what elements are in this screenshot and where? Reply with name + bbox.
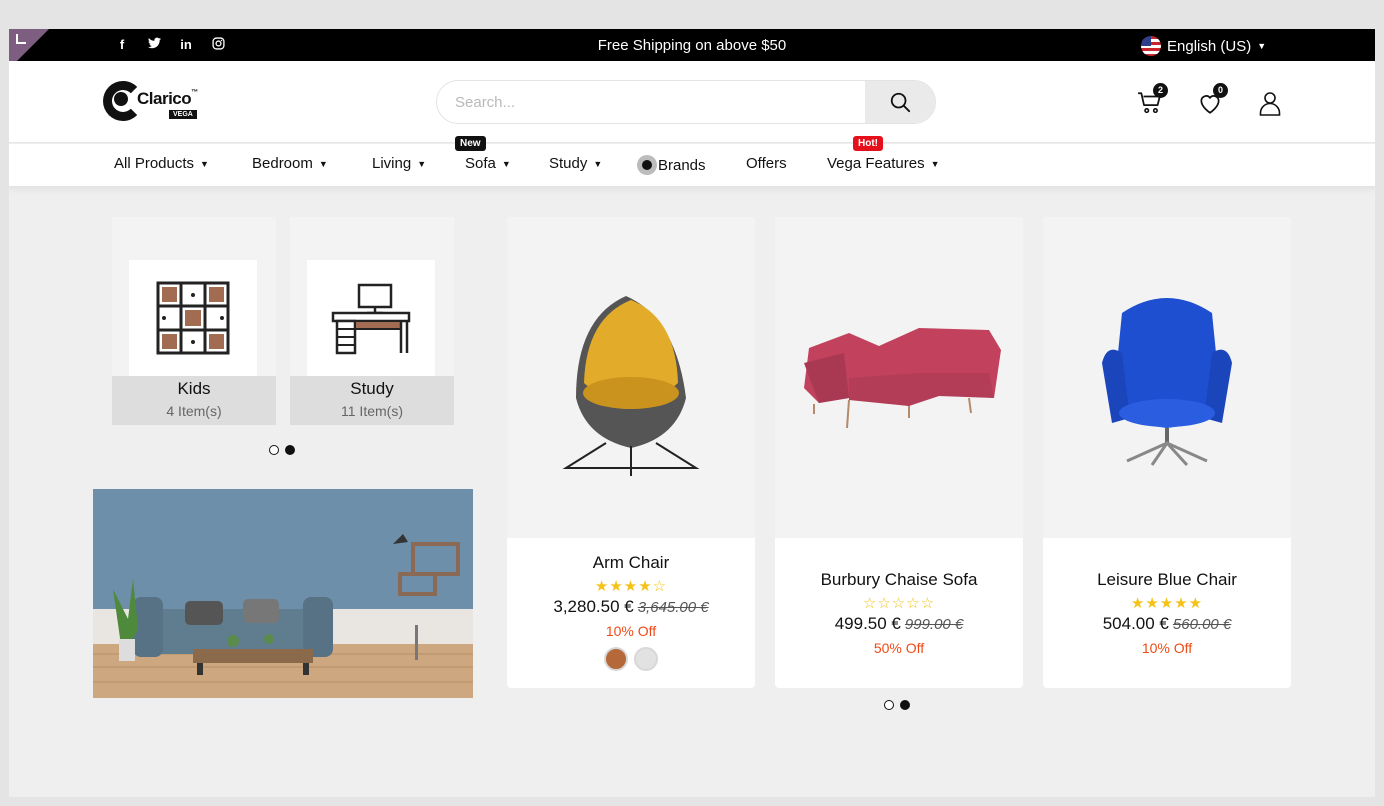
product-card-arm-chair[interactable]: Arm Chair ★★★★☆ 3,280.50 €3,645.00 € 10%… bbox=[507, 217, 755, 688]
nav-label: Bedroom bbox=[252, 155, 313, 172]
carousel-dot-active[interactable] bbox=[900, 700, 910, 710]
swatch-grey[interactable] bbox=[634, 647, 658, 671]
logo-text: Clarico bbox=[137, 89, 192, 108]
study-desk-icon bbox=[307, 260, 435, 376]
search-button[interactable] bbox=[865, 81, 935, 123]
product-image bbox=[1043, 217, 1291, 538]
nav-label: Sofa bbox=[465, 155, 496, 172]
corner-mark-icon bbox=[16, 34, 26, 44]
cart-button[interactable]: 2 bbox=[1134, 83, 1168, 119]
search-icon bbox=[890, 92, 911, 113]
product-discount: 10% Off bbox=[1141, 640, 1193, 656]
product-image bbox=[507, 217, 755, 538]
caret-down-icon: ▼ bbox=[501, 158, 511, 169]
brands-icon bbox=[637, 155, 657, 175]
nav-label: All Products bbox=[114, 155, 195, 172]
wishlist-button[interactable]: 0 bbox=[1194, 83, 1228, 119]
product-price: 504.00 € bbox=[1102, 614, 1169, 633]
product-info: Arm Chair ★★★★☆ 3,280.50 €3,645.00 € 10%… bbox=[507, 553, 755, 671]
nav-label: Offers bbox=[746, 155, 787, 172]
product-info: Burbury Chaise Sofa ☆☆☆☆☆ 499.50 €999.00… bbox=[775, 570, 1023, 656]
category-footer: Kids 4 Item(s) bbox=[112, 376, 276, 425]
caret-down-icon: ▼ bbox=[1257, 41, 1267, 51]
site-header: Clarico™ VEGA 2 0 bbox=[9, 61, 1375, 143]
product-image bbox=[775, 217, 1023, 538]
caret-down-icon: ▼ bbox=[200, 158, 209, 169]
nav-label: Living bbox=[372, 155, 412, 172]
caret-down-icon: ▼ bbox=[930, 158, 940, 169]
new-tag: New bbox=[455, 136, 486, 151]
logo-wordmark: Clarico™ bbox=[137, 89, 198, 109]
browser-viewport: f in Free Shipping on above $50 English … bbox=[9, 29, 1375, 797]
top-bar: f in Free Shipping on above $50 English … bbox=[9, 29, 1375, 61]
price-row: 3,280.50 €3,645.00 € bbox=[507, 597, 755, 617]
caret-down-icon: ▼ bbox=[593, 158, 603, 169]
caret-down-icon: ▼ bbox=[417, 158, 427, 169]
logo-dot bbox=[114, 92, 128, 106]
language-selector[interactable]: English (US) ▼ bbox=[1141, 36, 1266, 56]
caret-down-icon: ▼ bbox=[318, 158, 328, 169]
living-room-banner[interactable] bbox=[93, 489, 473, 698]
kids-cabinet-icon bbox=[129, 260, 257, 376]
color-swatches bbox=[507, 647, 755, 671]
nav-bedroom[interactable]: Bedroom ▼ bbox=[252, 155, 328, 172]
logo-tm: ™ bbox=[191, 89, 198, 96]
product-info: Leisure Blue Chair ★★★★★ 504.00 €560.00 … bbox=[1043, 570, 1291, 656]
nav-vega-features[interactable]: Hot! Vega Features ▼ bbox=[827, 136, 940, 172]
nav-sofa[interactable]: New Sofa ▼ bbox=[455, 136, 511, 172]
rating-stars: ☆☆☆☆☆ bbox=[862, 595, 936, 612]
product-name[interactable]: Burbury Chaise Sofa bbox=[775, 570, 1023, 590]
nav-study[interactable]: Study ▼ bbox=[549, 155, 602, 172]
product-old-price: 3,645.00 € bbox=[637, 599, 709, 616]
category-count: 4 Item(s) bbox=[166, 403, 222, 419]
product-old-price: 560.00 € bbox=[1172, 616, 1232, 633]
wishlist-count-badge: 0 bbox=[1213, 83, 1228, 98]
category-card-kids[interactable]: Kids 4 Item(s) bbox=[112, 217, 276, 425]
product-card-burbury-sofa[interactable]: Burbury Chaise Sofa ☆☆☆☆☆ 499.50 €999.00… bbox=[775, 217, 1023, 688]
main-nav: All Products ▼ Bedroom ▼ Living ▼ New Sofa ▼… bbox=[9, 136, 1375, 186]
swatch-brown[interactable] bbox=[604, 647, 628, 671]
product-discount: 50% Off bbox=[873, 640, 925, 656]
product-name[interactable]: Leisure Blue Chair bbox=[1043, 570, 1291, 590]
nav-offers[interactable]: Offers bbox=[746, 155, 787, 172]
account-button[interactable] bbox=[1254, 87, 1286, 119]
site-logo[interactable]: Clarico™ VEGA bbox=[103, 79, 213, 125]
product-old-price: 999.00 € bbox=[904, 616, 964, 633]
search-input[interactable] bbox=[437, 81, 867, 123]
carousel-dot[interactable] bbox=[269, 445, 279, 455]
nav-label: Study bbox=[549, 155, 588, 172]
search-bar bbox=[436, 80, 936, 124]
nav-label: Brands bbox=[658, 156, 706, 174]
category-card-study[interactable]: Study 11 Item(s) bbox=[290, 217, 454, 425]
category-carousel-dots bbox=[269, 445, 295, 455]
product-price: 3,280.50 € bbox=[553, 597, 634, 616]
price-row: 499.50 €999.00 € bbox=[775, 614, 1023, 634]
category-name: Kids bbox=[177, 379, 211, 398]
hot-tag: Hot! bbox=[853, 136, 883, 151]
product-card-leisure-blue-chair[interactable]: Leisure Blue Chair ★★★★★ 504.00 €560.00 … bbox=[1043, 217, 1291, 688]
product-carousel-dots bbox=[884, 700, 910, 710]
nav-label: Vega Features bbox=[827, 155, 925, 172]
product-discount: 10% Off bbox=[605, 623, 657, 639]
category-name: Study bbox=[350, 379, 394, 398]
logo-sub: VEGA bbox=[169, 110, 197, 119]
product-price: 499.50 € bbox=[834, 614, 901, 633]
carousel-dot[interactable] bbox=[884, 700, 894, 710]
category-footer: Study 11 Item(s) bbox=[290, 376, 454, 425]
rating-stars: ★★★★☆ bbox=[594, 578, 668, 595]
carousel-dot-active[interactable] bbox=[285, 445, 295, 455]
category-count: 11 Item(s) bbox=[341, 403, 403, 419]
nav-living[interactable]: Living ▼ bbox=[372, 155, 426, 172]
cart-count-badge: 2 bbox=[1153, 83, 1168, 98]
header-actions: 2 0 bbox=[1134, 83, 1286, 119]
nav-all-products[interactable]: All Products ▼ bbox=[114, 155, 209, 172]
product-name[interactable]: Arm Chair bbox=[507, 553, 755, 573]
rating-stars: ★★★★★ bbox=[1130, 595, 1204, 612]
us-flag-icon bbox=[1141, 36, 1161, 56]
user-icon bbox=[1259, 92, 1281, 116]
nav-brands[interactable]: Brands bbox=[637, 155, 706, 175]
price-row: 504.00 €560.00 € bbox=[1043, 614, 1291, 634]
language-label: English (US) bbox=[1167, 37, 1252, 55]
